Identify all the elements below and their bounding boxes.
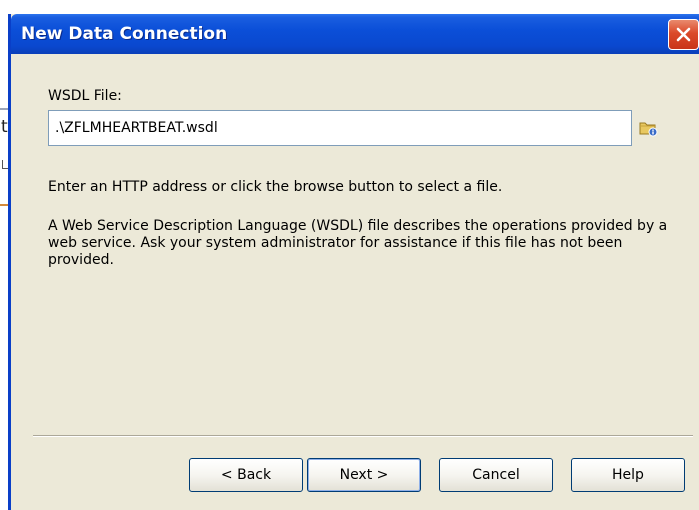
back-button[interactable]: < Back	[189, 458, 303, 492]
wsdl-file-label: WSDL File:	[48, 88, 122, 104]
wsdl-file-input[interactable]	[48, 110, 632, 146]
background-letter: t	[1, 117, 8, 137]
button-separator	[33, 435, 693, 437]
wsdl-description-text: A Web Service Description Language (WSDL…	[48, 218, 668, 268]
cancel-button[interactable]: Cancel	[439, 458, 553, 492]
screen: t New Data Connection WSDL File: Enter a	[0, 0, 699, 510]
title-bar[interactable]: New Data Connection	[11, 14, 699, 54]
dialog-title: New Data Connection	[21, 24, 228, 44]
close-icon	[676, 27, 691, 42]
browse-button[interactable]	[639, 119, 659, 137]
instruction-text: Enter an HTTP address or click the brows…	[48, 179, 503, 195]
close-button[interactable]	[668, 19, 699, 50]
folder-browse-icon	[639, 122, 658, 137]
new-data-connection-dialog: New Data Connection WSDL File: Enter an …	[8, 14, 699, 510]
help-button[interactable]: Help	[571, 458, 685, 492]
next-button[interactable]: Next >	[307, 458, 421, 492]
